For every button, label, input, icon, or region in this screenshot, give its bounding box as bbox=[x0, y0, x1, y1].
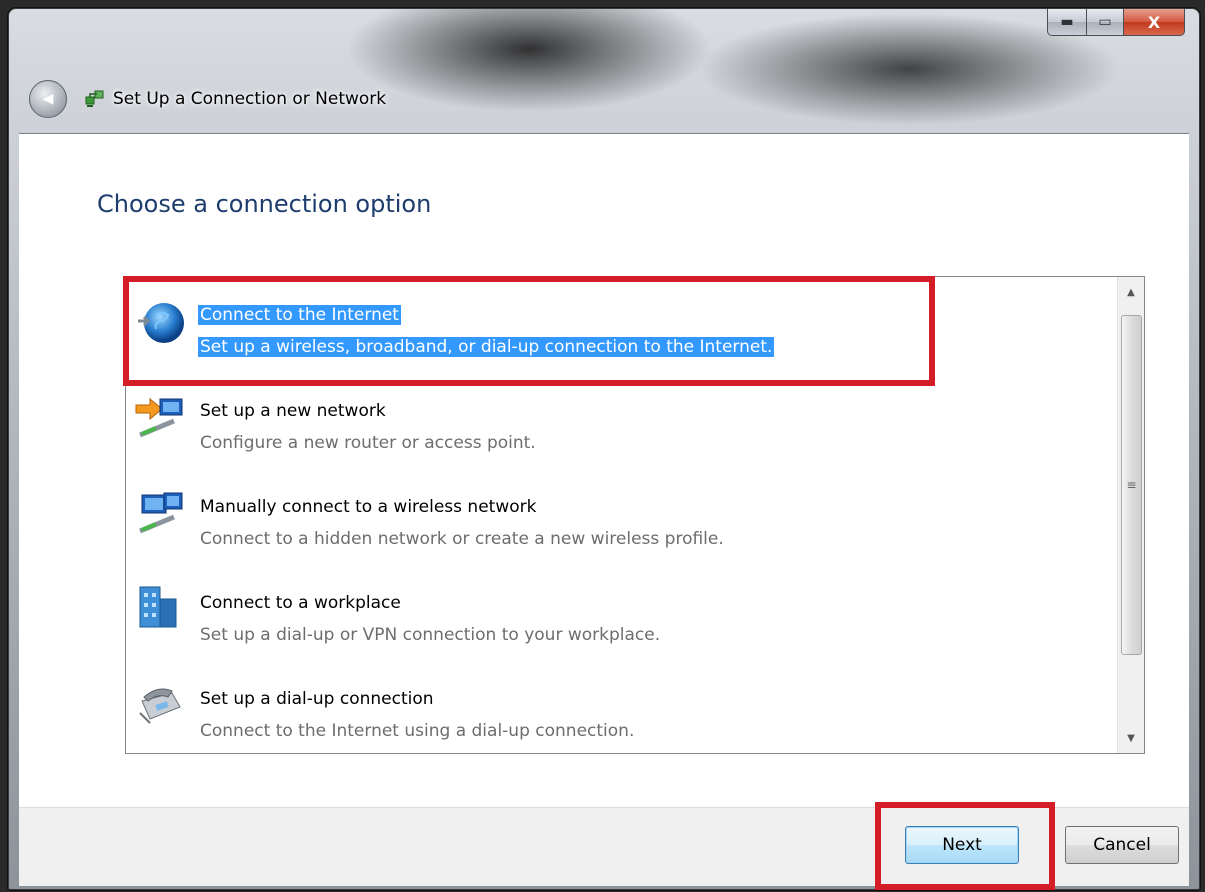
maximize-button[interactable]: ▭ bbox=[1087, 9, 1124, 36]
network-setup-icon bbox=[85, 90, 104, 107]
dialog-footer: Next Cancel bbox=[19, 802, 1189, 890]
option-description: Configure a new router or access point. bbox=[200, 433, 536, 453]
grip-icon: ≡ bbox=[1126, 478, 1137, 492]
window-title: Set Up a Connection or Network bbox=[113, 89, 387, 109]
titlebar: ◀ Set Up a Connection or Network bbox=[29, 79, 386, 119]
cancel-button[interactable]: Cancel bbox=[1065, 826, 1179, 864]
back-arrow-icon: ◀ bbox=[42, 91, 54, 107]
close-button[interactable]: X bbox=[1124, 9, 1185, 36]
annotation-highlight-next bbox=[875, 802, 1055, 890]
option-description: Connect to a hidden network or create a … bbox=[200, 529, 724, 549]
option-title: Manually connect to a wireless network bbox=[200, 497, 537, 517]
option-title: Set up a dial-up connection bbox=[200, 689, 434, 709]
vertical-scrollbar[interactable]: ▲ ≡ ▼ bbox=[1117, 277, 1144, 753]
option-title: Connect to a workplace bbox=[200, 593, 401, 613]
workplace-icon bbox=[139, 586, 177, 628]
dialog-window: ▬ ▭ X ◀ Set Up a Connection or Network C… bbox=[8, 8, 1200, 890]
wireless-network-icon bbox=[139, 492, 183, 534]
option-description: Connect to the Internet using a dial-up … bbox=[200, 721, 635, 741]
scroll-down-icon[interactable]: ▼ bbox=[1118, 727, 1144, 749]
option-new-network[interactable]: Set up a new network Configure a new rou… bbox=[126, 387, 1116, 467]
option-title: Set up a new network bbox=[200, 401, 386, 421]
option-manual-wireless[interactable]: Manually connect to a wireless network C… bbox=[126, 483, 1116, 563]
option-workplace[interactable]: Connect to a workplace Set up a dial-up … bbox=[126, 579, 1116, 659]
telephone-modem-icon bbox=[139, 688, 181, 724]
caption-buttons: ▬ ▭ X bbox=[1047, 9, 1185, 37]
option-description: Set up a dial-up or VPN connection to yo… bbox=[200, 625, 661, 645]
scroll-up-icon[interactable]: ▲ bbox=[1118, 281, 1144, 303]
annotation-highlight-option bbox=[123, 276, 935, 386]
scrollbar-thumb[interactable]: ≡ bbox=[1121, 315, 1142, 655]
back-button[interactable]: ◀ bbox=[29, 80, 67, 118]
minimize-button[interactable]: ▬ bbox=[1047, 9, 1087, 36]
option-dialup[interactable]: Set up a dial-up connection Connect to t… bbox=[126, 675, 1116, 753]
page-heading: Choose a connection option bbox=[97, 190, 432, 218]
content-area: Choose a connection option Connect to th… bbox=[19, 133, 1189, 808]
new-network-icon bbox=[135, 397, 183, 438]
